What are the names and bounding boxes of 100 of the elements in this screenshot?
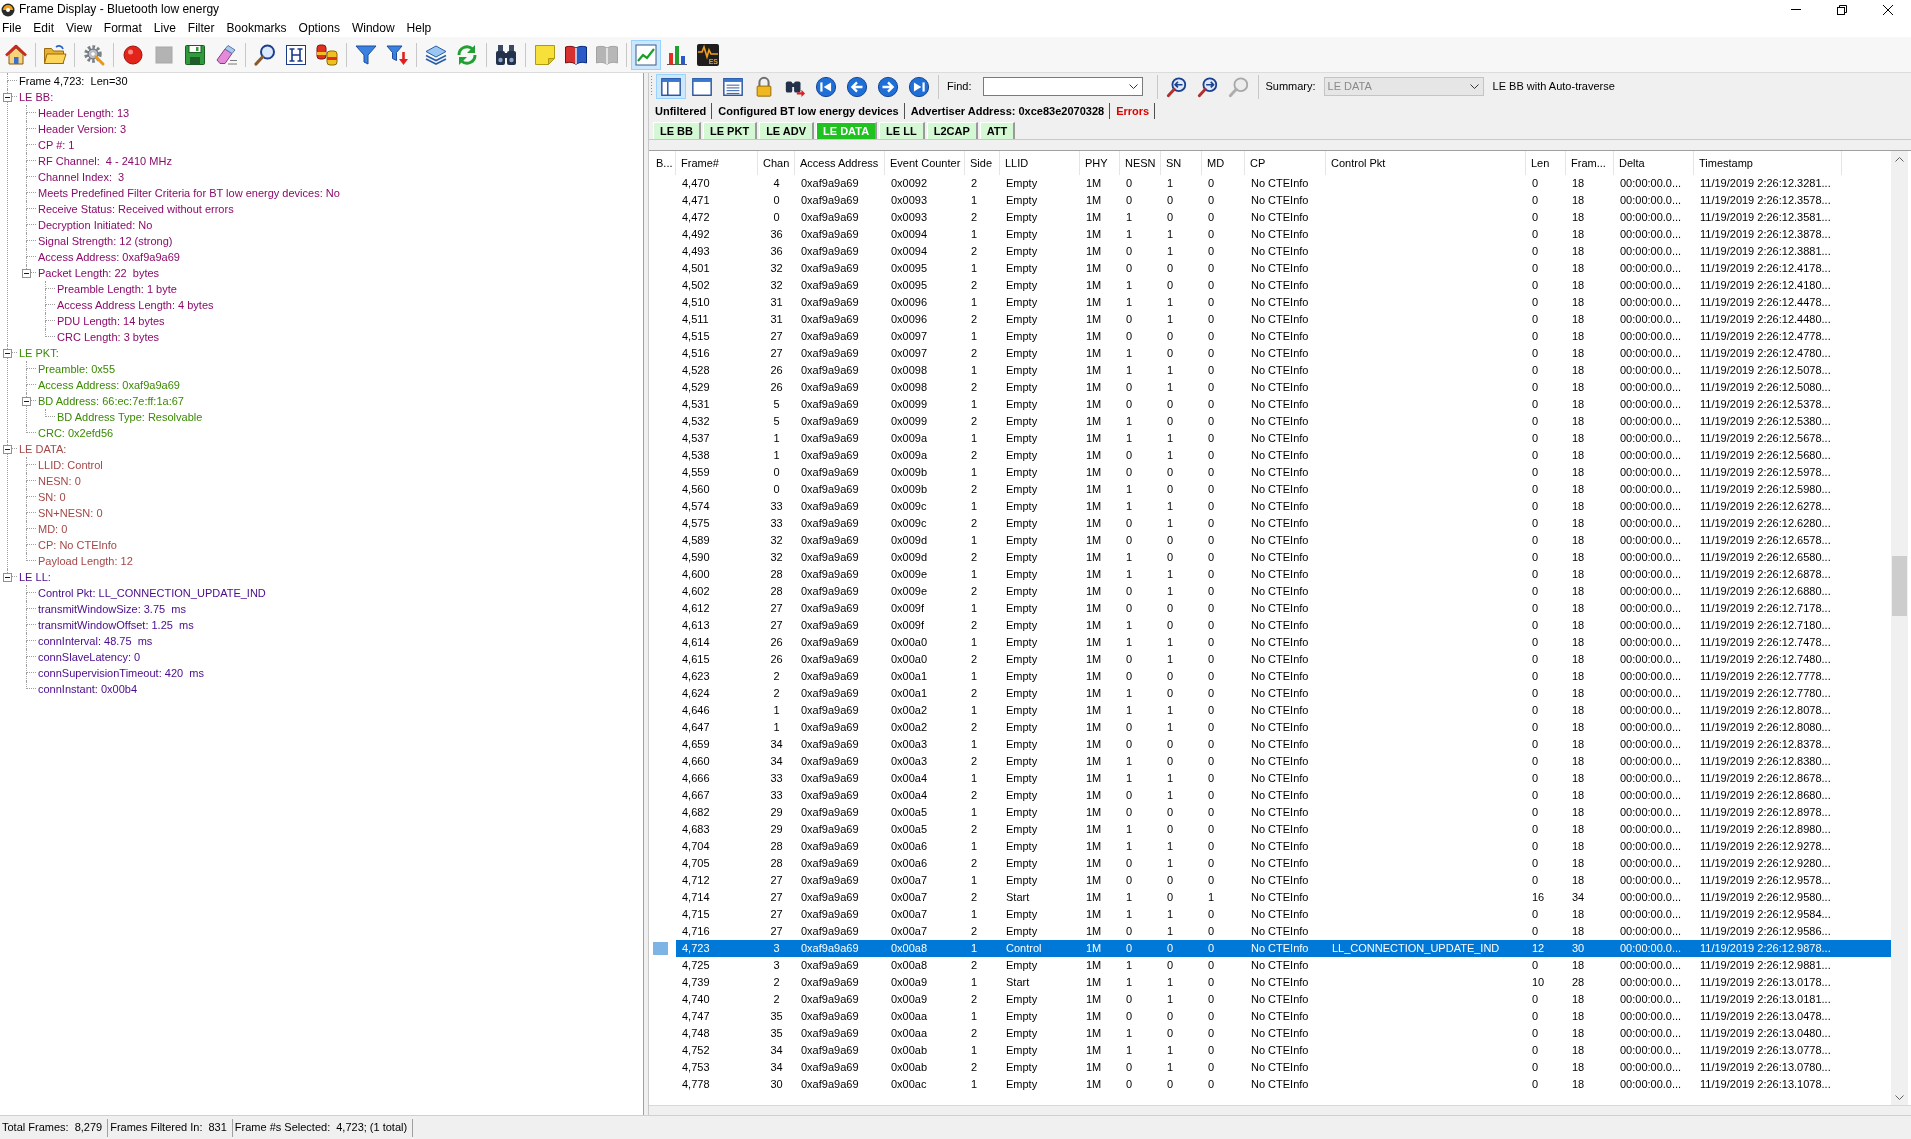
table-cell-text: No CTEInfo [1251, 414, 1309, 429]
tree-item[interactable]: Preamble: 0x55 [38, 361, 116, 377]
table-cell-text: 0 [1167, 737, 1174, 752]
table-cell-text: 0 [1126, 397, 1133, 412]
tree-item[interactable]: Packet Length: 22 bytes [38, 265, 214, 281]
tree-item[interactable]: SN+NESN: 0 [38, 505, 103, 521]
table-cell-text: 2 [971, 754, 978, 769]
menu-item[interactable]: View [60, 19, 98, 37]
tree-item[interactable]: LLID: Control [38, 457, 103, 473]
filter-option[interactable]: Errors [1116, 102, 1150, 120]
filter-option[interactable]: Unfiltered [655, 102, 707, 120]
table-cell-text: 00:00:00.0... [1620, 618, 1682, 633]
tree-item[interactable]: Preamble Length: 1 byte [57, 281, 177, 297]
tree-item[interactable]: Payload Length: 12 [38, 553, 133, 569]
tree-item[interactable]: connSlaveLatency: 0 [38, 649, 141, 665]
tree-item[interactable]: Header Version: 3 [38, 121, 127, 137]
collapse-icon[interactable] [3, 349, 12, 358]
vertical-scrollbar[interactable] [1891, 151, 1908, 1105]
tree-item[interactable]: SN: 0 [38, 489, 66, 505]
tree-item[interactable]: transmitWindowOffset: 1.25 ms [38, 617, 194, 633]
table-cell-text: 1 [1167, 431, 1174, 446]
collapse-icon[interactable] [22, 269, 31, 278]
tree-item[interactable]: Receive Status: Received without errors [38, 201, 234, 217]
protocol-tab[interactable]: LE BB [653, 122, 701, 139]
tree-item[interactable]: Access Address: 0xaf9a9a69 [38, 249, 180, 265]
table-cell-text: 11/19/2019 2:26:13.0178... [1700, 975, 1831, 990]
filter-option[interactable]: Configured BT low energy devices [718, 102, 899, 120]
house-icon [4, 42, 28, 67]
tree-item[interactable]: transmitWindowSize: 3.75 ms [38, 601, 186, 617]
menu-item[interactable]: Options [292, 19, 346, 37]
menu-item[interactable]: Edit [27, 19, 61, 37]
tree-item[interactable]: Meets Predefined Filter Criteria for BT low energy devices: No [38, 185, 340, 201]
table-cell-text: 4,538 [682, 448, 710, 463]
tree-item[interactable]: connInterval: 48.75 ms [38, 633, 153, 649]
table-cell-text: 0xaf9a9a69 [801, 941, 859, 956]
toolbar-button[interactable] [656, 74, 686, 99]
protocol-tab[interactable]: ATT [979, 122, 1016, 139]
tree-item[interactable]: MD: 0 [38, 521, 68, 537]
tree-item[interactable]: CRC: 0x2efd56 [38, 425, 114, 441]
table-cell-text: Empty [1006, 1009, 1038, 1024]
table-cell-text: 32 [770, 550, 783, 565]
table-cell-text: 4,532 [682, 414, 710, 429]
tree-item[interactable]: Access Address: 0xaf9a9a69 [38, 377, 180, 393]
table-cell-text: 0x0093 [891, 210, 928, 225]
tree-item[interactable]: Access Address Length: 4 bytes [57, 297, 214, 313]
tree-item[interactable]: LE DATA: [19, 441, 133, 457]
tree-item[interactable]: Channel Index: 3 [38, 169, 125, 185]
protocol-tab[interactable]: L2CAP [926, 122, 978, 139]
collapse-icon[interactable] [3, 573, 12, 582]
table-row[interactable]: 4,723 3 0xaf9a9a69 0x00a8 1 Control 1M 0 0 0 No CTEInfo LL_CONNECTION_UPDATE_IND 12 30 00:00:00.0... 11/19/2019 2:26:12.9878... [676, 940, 1891, 957]
table-cell-text: 0xaf9a9a69 [801, 771, 859, 786]
collapse-icon[interactable] [3, 445, 12, 454]
tree-item[interactable]: Decryption Initiated: No [38, 217, 153, 233]
tree-item[interactable]: CP: No CTEInfo [38, 537, 117, 553]
tree-item[interactable]: BD Address: 66:ec:7e:ff:1a:67 [38, 393, 203, 409]
table-cell-text: 0 [1532, 312, 1539, 327]
tree-item[interactable]: connInstant: 0x00b4 [38, 681, 138, 697]
tree-item[interactable]: Control Pkt: LL_CONNECTION_UPDATE_IND [38, 585, 266, 601]
table-cell-text: Empty [1006, 924, 1038, 939]
table-cell-text: 0 [1208, 1043, 1215, 1058]
tree-item[interactable]: PDU Length: 14 bytes [57, 313, 165, 329]
tree-item[interactable]: CRC Length: 3 bytes [57, 329, 160, 345]
scrollbar-thumb[interactable] [1892, 556, 1907, 616]
menu-item[interactable]: Window [345, 19, 401, 37]
search-icon [253, 42, 277, 67]
collapse-icon[interactable] [3, 93, 12, 102]
table-cell-text: 18 [1572, 873, 1585, 888]
table-cell-text: 0x00a5 [891, 822, 928, 837]
tree-item[interactable]: LE BB: [19, 89, 340, 105]
find-field[interactable] [983, 77, 1144, 96]
table-cell-text: Empty [1006, 873, 1038, 888]
protocol-tab[interactable]: LE ADV [759, 122, 815, 139]
tree-item[interactable]: NESN: 0 [38, 473, 81, 489]
table-cell-text: 4,725 [682, 958, 710, 973]
tree-item[interactable]: Header Length: 13 [38, 105, 130, 121]
menu-item[interactable]: Filter [181, 19, 221, 37]
menu-item[interactable]: Live [147, 19, 182, 37]
table-cell-text: 0xaf9a9a69 [801, 584, 859, 599]
table-cell-text: 1M [1086, 601, 1102, 616]
tree-item[interactable]: BD Address Type: Resolvable [57, 409, 203, 425]
tree-item[interactable]: connSupervisionTimeout: 420 ms [38, 665, 204, 681]
tree-item[interactable]: RF Channel: 4 - 2410 MHz [38, 153, 172, 169]
protocol-tab[interactable]: LE PKT [703, 122, 758, 139]
protocol-tab[interactable]: LE LL [879, 122, 925, 139]
tree-item[interactable]: LE LL: [19, 569, 266, 585]
table-cell-text: 1 [1126, 431, 1133, 446]
filter-option[interactable]: Advertiser Address: 0xce83e2070328 [910, 102, 1105, 120]
menu-item[interactable]: File [0, 19, 28, 37]
menu-item[interactable]: Bookmarks [220, 19, 293, 37]
table-cell-text: 1M [1086, 669, 1102, 684]
table-cell-text: 0 [1208, 720, 1215, 735]
menu-item[interactable]: Format [97, 19, 148, 37]
tree-item[interactable]: CP #: 1 [38, 137, 75, 153]
tree-item[interactable]: Frame 4,723: Len=30 [19, 73, 128, 89]
tree-item[interactable]: LE PKT: [19, 345, 203, 361]
table-cell-text: 2 [971, 720, 978, 735]
tree-item[interactable]: Signal Strength: 12 (strong) [38, 233, 173, 249]
collapse-icon[interactable] [22, 397, 31, 406]
menu-item[interactable]: Help [400, 19, 438, 37]
table-cell-text: 0 [1167, 873, 1174, 888]
